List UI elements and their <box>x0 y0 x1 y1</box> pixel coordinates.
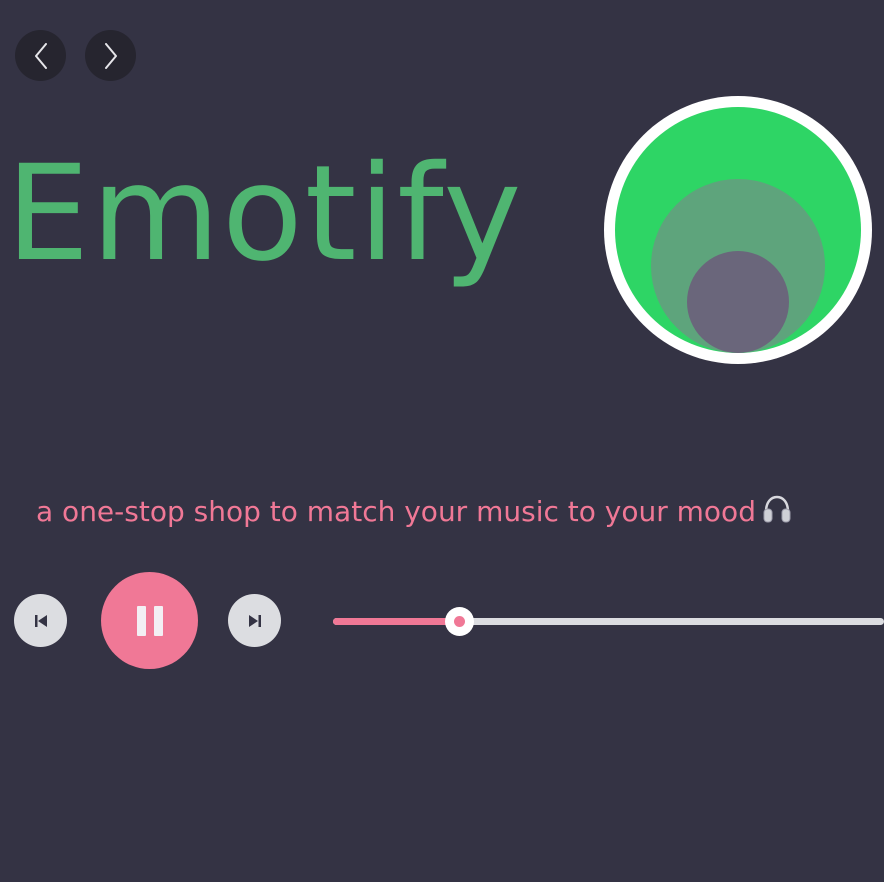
back-button[interactable] <box>15 30 66 81</box>
concentric-circles-logo <box>604 96 872 364</box>
progress-fill <box>333 618 459 625</box>
next-track-button[interactable] <box>228 594 281 647</box>
play-pause-button[interactable] <box>101 572 198 669</box>
progress-slider[interactable] <box>333 606 884 636</box>
headphones-icon <box>762 494 792 533</box>
app-page: Emotify a one-stop shop to match your mu… <box>0 0 884 882</box>
progress-thumb[interactable] <box>444 607 474 636</box>
app-logo <box>604 96 872 364</box>
forward-button[interactable] <box>85 30 136 81</box>
tagline: a one-stop shop to match your music to y… <box>36 494 792 533</box>
progress-thumb-dot <box>453 616 465 627</box>
tagline-text: a one-stop shop to match your music to y… <box>36 495 756 528</box>
chevron-right-icon <box>104 42 117 69</box>
chevron-left-icon <box>34 42 47 69</box>
skip-previous-icon <box>34 614 47 627</box>
skip-next-icon <box>248 614 261 627</box>
app-title: Emotify <box>6 137 524 291</box>
pause-icon <box>136 605 163 636</box>
previous-track-button[interactable] <box>14 594 67 647</box>
